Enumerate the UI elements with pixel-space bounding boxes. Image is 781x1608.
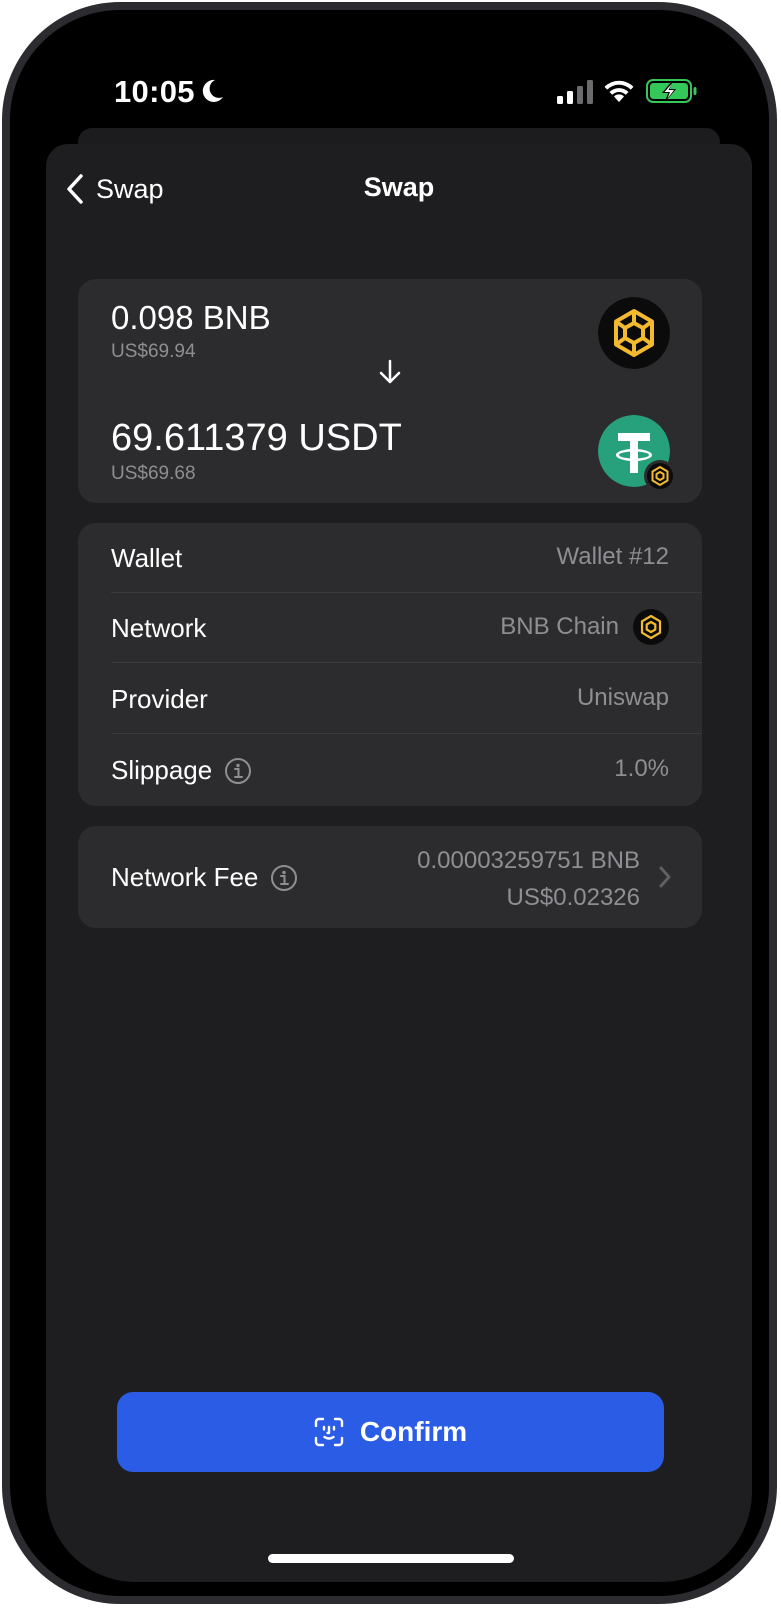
network-value-group: BNB Chain [500, 609, 669, 645]
wallet-value: Wallet #12 [556, 543, 670, 570]
status-time: 10:05 [114, 74, 195, 109]
bnb-icon [633, 609, 669, 645]
cellular-signal-icon [557, 80, 593, 104]
from-amount: 0.098 BNB [111, 299, 271, 336]
divider [111, 733, 702, 734]
chevron-right-icon [659, 866, 671, 888]
phone-bezel: 10:05 Swap Swap 0.098 BNB US$69.94 69.61… [10, 10, 769, 1596]
swap-summary-card: 0.098 BNB US$69.94 69.611379 USDT US$69.… [78, 279, 702, 503]
provider-row: Provider Uniswap [78, 664, 702, 734]
wifi-icon [604, 80, 634, 102]
confirm-button[interactable]: Confirm [117, 1392, 664, 1472]
provider-label: Provider [111, 684, 208, 714]
slippage-label: Slippage [111, 755, 213, 785]
divider [111, 662, 702, 663]
network-fee-row[interactable]: Network Fee 0.00003259751 BNB US$0.02326 [78, 826, 702, 928]
to-fiat-value: US$69.68 [111, 463, 196, 484]
page-title: Swap [363, 172, 435, 202]
slippage-value: 1.0% [614, 755, 669, 782]
network-badge-bnb-icon [644, 460, 676, 492]
phone-frame: 10:05 Swap Swap 0.098 BNB US$69.94 69.61… [2, 2, 777, 1604]
wallet-label: Wallet [111, 543, 183, 573]
from-fiat-value: US$69.94 [111, 341, 196, 362]
face-id-icon [314, 1417, 344, 1447]
status-bar: 10:05 [46, 44, 752, 134]
network-fee-crypto: 0.00003259751 BNB [417, 847, 640, 874]
nav-bar: Swap Swap [46, 144, 752, 234]
battery-charging-icon [646, 79, 697, 103]
network-row: Network BNB Chain [78, 593, 702, 663]
info-icon[interactable] [270, 864, 298, 892]
confirm-button-label: Confirm [359, 1416, 468, 1447]
network-fee-values: 0.00003259751 BNB US$0.02326 [417, 842, 640, 916]
network-fee-fiat: US$0.02326 [506, 884, 640, 911]
slippage-row: Slippage 1.0% [78, 735, 702, 805]
screen: 10:05 Swap Swap 0.098 BNB US$69.94 69.61… [46, 44, 752, 1582]
network-value: BNB Chain [500, 613, 619, 640]
bnb-icon [598, 297, 670, 369]
provider-value: Uniswap [576, 684, 669, 711]
swap-sheet: Swap Swap 0.098 BNB US$69.94 69.611379 U… [46, 144, 752, 1582]
info-icon[interactable] [224, 757, 252, 785]
network-label: Network [111, 613, 207, 643]
slippage-label-group: Slippage [111, 755, 252, 786]
swap-details-card: Wallet Wallet #12 Network BNB Chain Prov… [78, 523, 702, 806]
moon-icon [202, 79, 223, 102]
to-amount: 69.611379 USDT [111, 417, 402, 459]
arrow-down-icon [379, 359, 401, 384]
home-indicator[interactable] [268, 1554, 514, 1563]
network-fee-label-group: Network Fee [111, 862, 298, 893]
network-fee-label: Network Fee [111, 862, 259, 892]
wallet-row: Wallet Wallet #12 [78, 523, 702, 593]
